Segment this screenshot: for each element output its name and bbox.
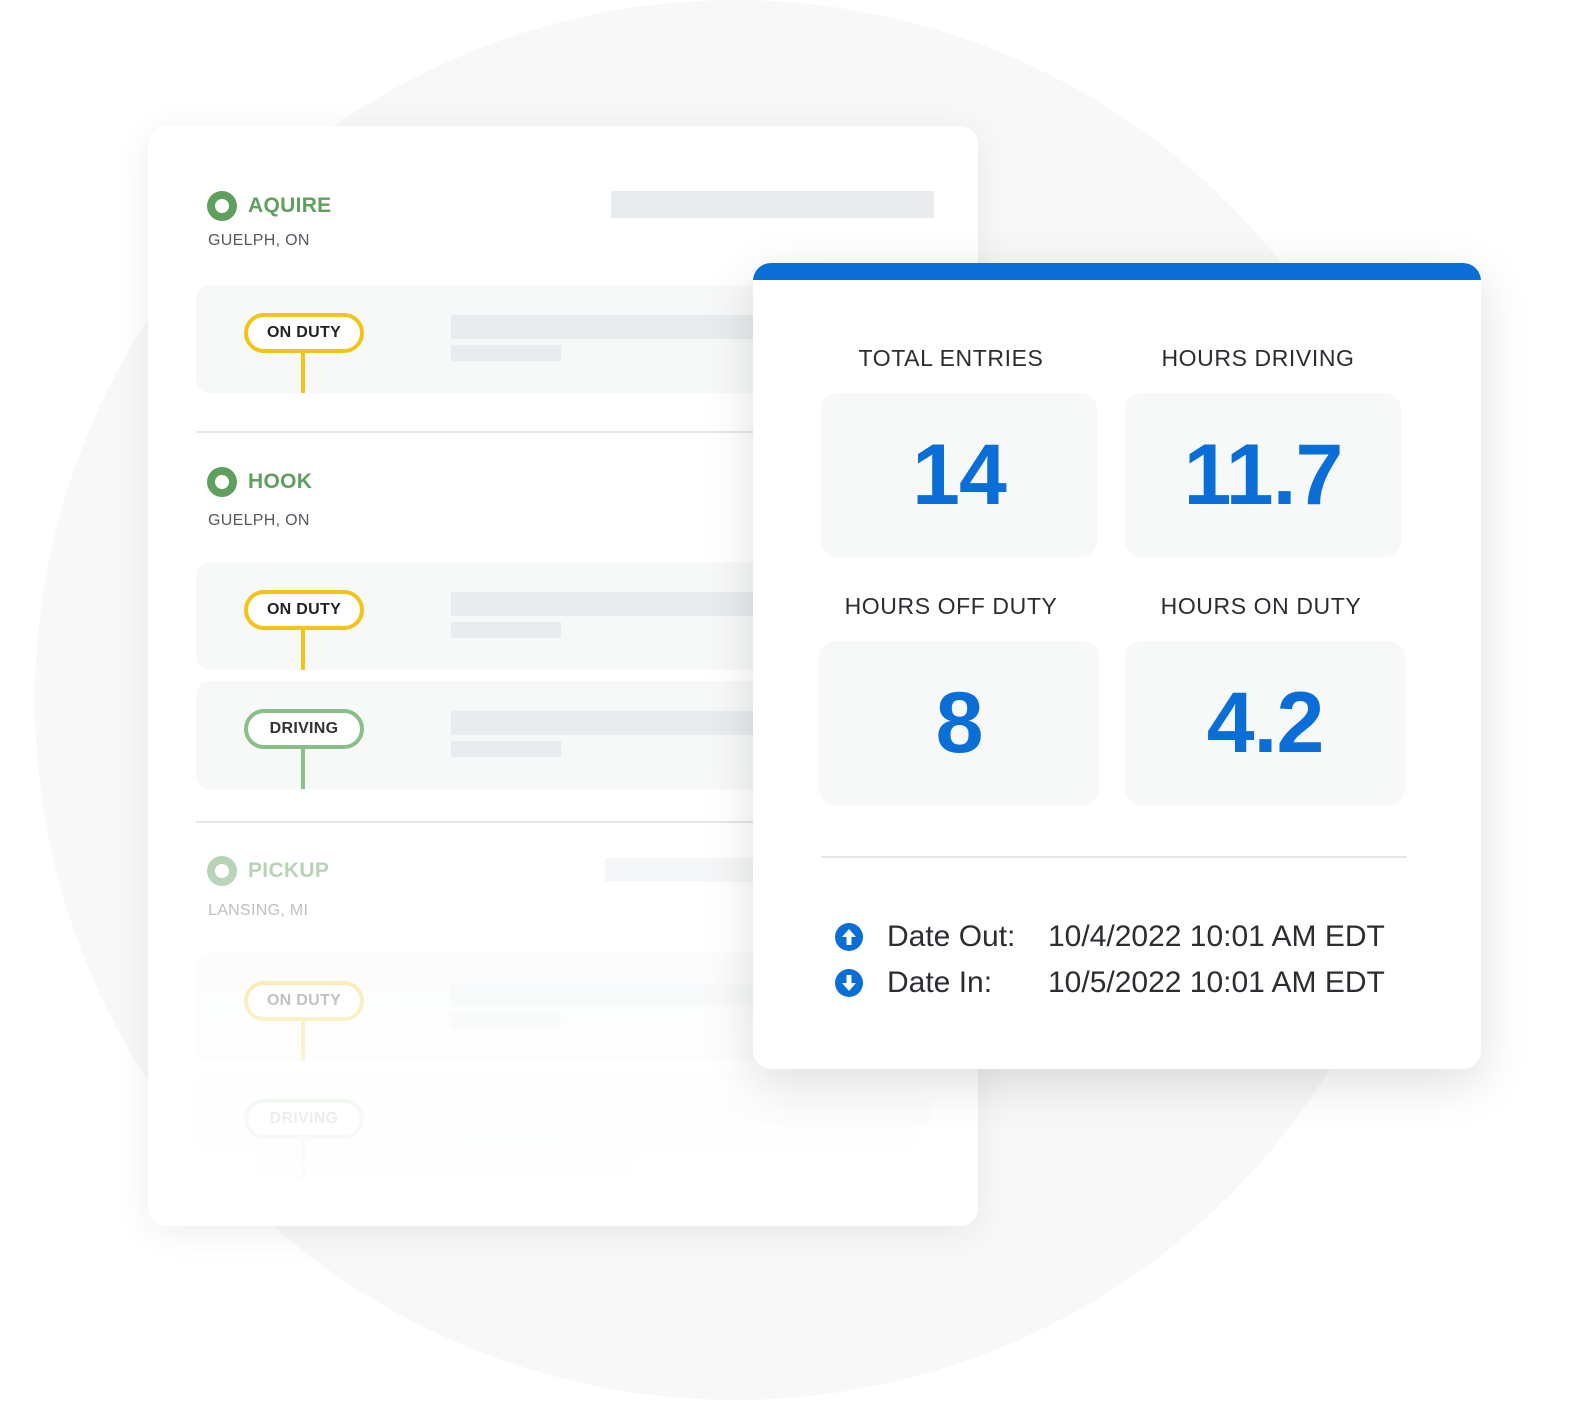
- placeholder-bar: [611, 191, 934, 218]
- status-connector: [301, 1021, 305, 1061]
- summary-accent-bar: [753, 263, 1481, 280]
- stat-hours-driving: 11.7: [1125, 393, 1401, 557]
- date-out-row: Date Out: 10/4/2022 10:01 AM EDT: [835, 920, 1385, 953]
- trip-summary-card: TOTAL ENTRIES 14 HOURS DRIVING 11.7 HOUR…: [753, 263, 1481, 1069]
- status-pill-on-duty: ON DUTY: [244, 590, 364, 630]
- log-entry[interactable]: DRIVING: [196, 1071, 931, 1179]
- arrow-down-circle-icon: [835, 969, 863, 997]
- stop-marker-icon: [207, 467, 237, 497]
- date-out-value: 10/4/2022 10:01 AM EDT: [1048, 920, 1385, 953]
- date-in-value: 10/5/2022 10:01 AM EDT: [1048, 966, 1385, 999]
- arrow-up-circle-icon: [835, 923, 863, 951]
- placeholder-bar: [451, 1013, 561, 1029]
- stop-location: GUELPH, ON: [208, 232, 310, 249]
- placeholder-bar: [451, 622, 561, 638]
- stat-hours-on-duty: 4.2: [1125, 641, 1405, 805]
- stop-marker-icon: [207, 856, 237, 886]
- stat-total-entries: 14: [821, 393, 1097, 557]
- stop-header: HOOK: [207, 467, 312, 497]
- status-connector: [301, 353, 305, 393]
- placeholder-bar: [451, 741, 561, 757]
- stat-value: 8: [935, 674, 984, 771]
- stop-location: GUELPH, ON: [208, 512, 310, 529]
- stat-hours-off-duty: 8: [819, 641, 1099, 805]
- stat-label-hours-off-duty: HOURS OFF DUTY: [844, 593, 1058, 619]
- placeholder-bar: [451, 345, 561, 361]
- status-connector: [301, 749, 305, 789]
- summary-divider: [821, 856, 1407, 858]
- stop-header: PICKUP: [207, 856, 329, 886]
- date-in-row: Date In: 10/5/2022 10:01 AM EDT: [835, 966, 1385, 999]
- stat-label-hours-driving: HOURS DRIVING: [1161, 345, 1355, 371]
- stat-value: 4.2: [1206, 674, 1325, 771]
- stop-header: AQUIRE: [207, 191, 331, 221]
- stat-value: 11.7: [1183, 426, 1344, 523]
- stop-marker-icon: [207, 191, 237, 221]
- status-pill-driving: DRIVING: [244, 1099, 364, 1139]
- status-connector: [301, 1139, 305, 1179]
- status-pill-on-duty: ON DUTY: [244, 313, 364, 353]
- date-out-label: Date Out:: [887, 920, 1016, 953]
- stat-value: 14: [912, 426, 1007, 523]
- status-pill-driving: DRIVING: [244, 709, 364, 749]
- stat-label-hours-on-duty: HOURS ON DUTY: [1160, 593, 1362, 619]
- stop-location: LANSING, MI: [208, 902, 309, 919]
- stat-label-total-entries: TOTAL ENTRIES: [858, 345, 1044, 371]
- placeholder-bar: [451, 1101, 931, 1125]
- status-pill-on-duty: ON DUTY: [244, 981, 364, 1021]
- placeholder-bar: [451, 1131, 561, 1147]
- stop-name: PICKUP: [248, 859, 330, 882]
- status-connector: [301, 630, 305, 670]
- stop-name: AQUIRE: [248, 194, 332, 217]
- stop-name: HOOK: [248, 470, 313, 493]
- date-in-label: Date In:: [887, 966, 993, 999]
